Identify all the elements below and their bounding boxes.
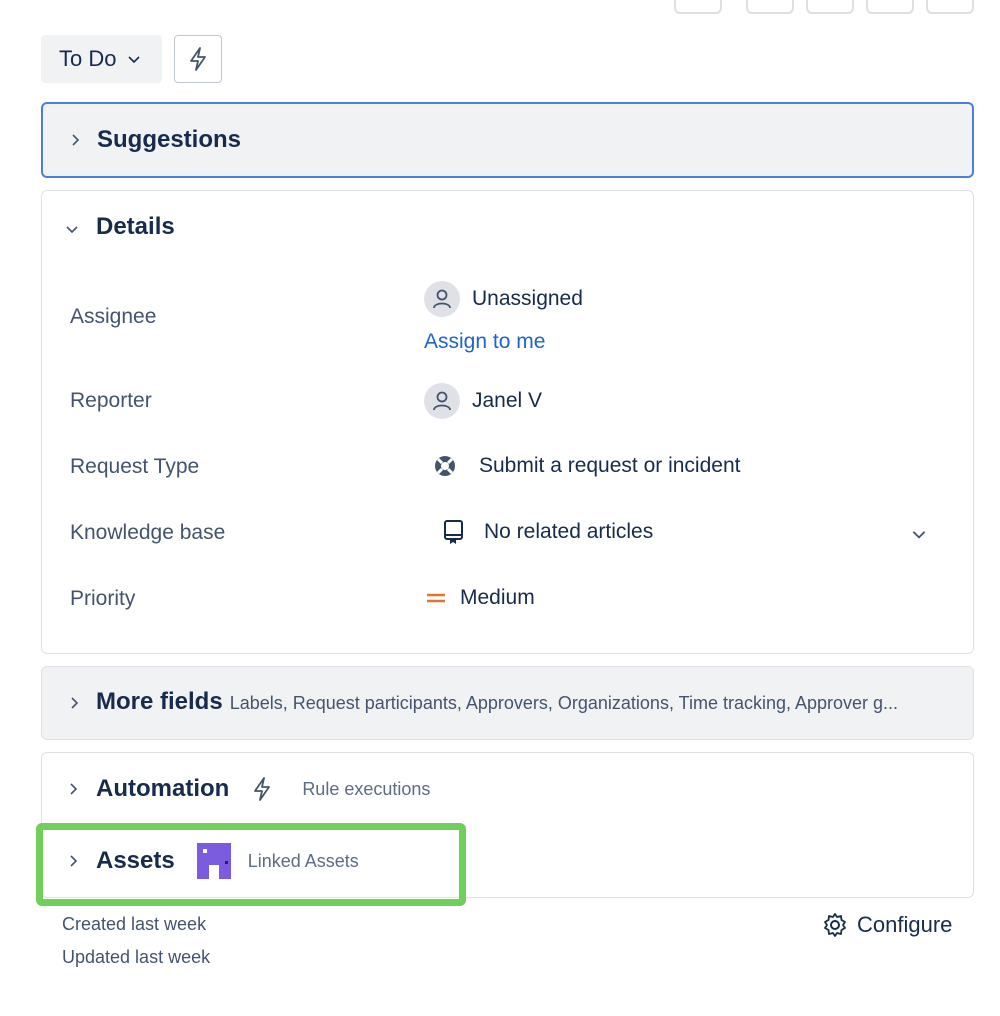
toolbar-button-5[interactable] bbox=[926, 0, 974, 14]
reporter-label: Reporter bbox=[70, 389, 152, 412]
assignee-label: Assignee bbox=[70, 305, 157, 328]
assign-to-me-link[interactable]: Assign to me bbox=[424, 330, 545, 354]
more-fields-summary: Labels, Request participants, Approvers,… bbox=[229, 693, 899, 713]
reporter-value: Janel V bbox=[472, 389, 543, 412]
knowledge-base-value: No related articles bbox=[484, 520, 654, 543]
chevron-down-icon[interactable] bbox=[910, 525, 928, 543]
priority-value: Medium bbox=[460, 586, 535, 609]
chevron-right-icon bbox=[72, 134, 80, 146]
toolbar-button-1[interactable] bbox=[674, 0, 722, 14]
more-fields-panel[interactable]: More fields Labels, Request participants… bbox=[41, 666, 974, 740]
chevron-right-icon bbox=[70, 783, 78, 795]
automation-title: Automation bbox=[96, 775, 230, 802]
request-type-value: Submit a request or incident bbox=[479, 454, 741, 477]
priority-field[interactable]: Medium bbox=[426, 586, 535, 610]
assignee-value: Unassigned bbox=[472, 287, 583, 310]
priority-label: Priority bbox=[70, 587, 136, 610]
lifebuoy-icon bbox=[435, 456, 455, 476]
configure-button[interactable]: Configure bbox=[822, 912, 952, 938]
knowledge-base-field[interactable]: No related articles bbox=[442, 519, 653, 545]
updated-timestamp: Updated last week bbox=[62, 947, 211, 967]
assignee-field[interactable]: Unassigned bbox=[424, 281, 583, 317]
knowledge-base-label: Knowledge base bbox=[70, 521, 226, 544]
more-fields-title: More fields bbox=[96, 688, 223, 715]
chevron-down-icon bbox=[128, 56, 141, 64]
status-label: To Do bbox=[59, 46, 117, 71]
toolbar-button-2[interactable] bbox=[746, 0, 794, 14]
book-icon bbox=[444, 520, 463, 544]
avatar bbox=[424, 281, 460, 317]
priority-medium-icon bbox=[427, 593, 445, 603]
user-icon bbox=[433, 289, 451, 309]
chevron-right-icon bbox=[71, 697, 79, 709]
created-timestamp: Created last week bbox=[62, 914, 207, 934]
suggestions-title: Suggestions bbox=[97, 126, 242, 153]
automation-row[interactable]: Automation Rule executions bbox=[65, 775, 430, 803]
avatar bbox=[424, 383, 460, 419]
lightning-icon bbox=[254, 777, 271, 801]
details-panel: Details bbox=[41, 190, 974, 654]
request-type-field[interactable]: Submit a request or incident bbox=[433, 454, 740, 478]
reporter-field[interactable]: Janel V bbox=[424, 383, 542, 419]
configure-label: Configure bbox=[857, 912, 953, 937]
toolbar-button-3[interactable] bbox=[806, 0, 854, 14]
lightning-icon bbox=[190, 47, 206, 71]
user-icon bbox=[433, 391, 451, 411]
gear-icon bbox=[824, 913, 846, 937]
suggestions-panel[interactable]: Suggestions bbox=[41, 102, 974, 178]
chevron-down-icon[interactable] bbox=[64, 221, 80, 237]
details-title: Details bbox=[96, 213, 175, 240]
automation-sub: Rule executions bbox=[302, 778, 431, 799]
status-dropdown[interactable]: To Do bbox=[41, 35, 162, 83]
assets-highlight bbox=[36, 823, 466, 906]
request-type-label: Request Type bbox=[70, 455, 200, 478]
toolbar-button-4[interactable] bbox=[866, 0, 914, 14]
automation-action-button[interactable] bbox=[174, 35, 222, 83]
